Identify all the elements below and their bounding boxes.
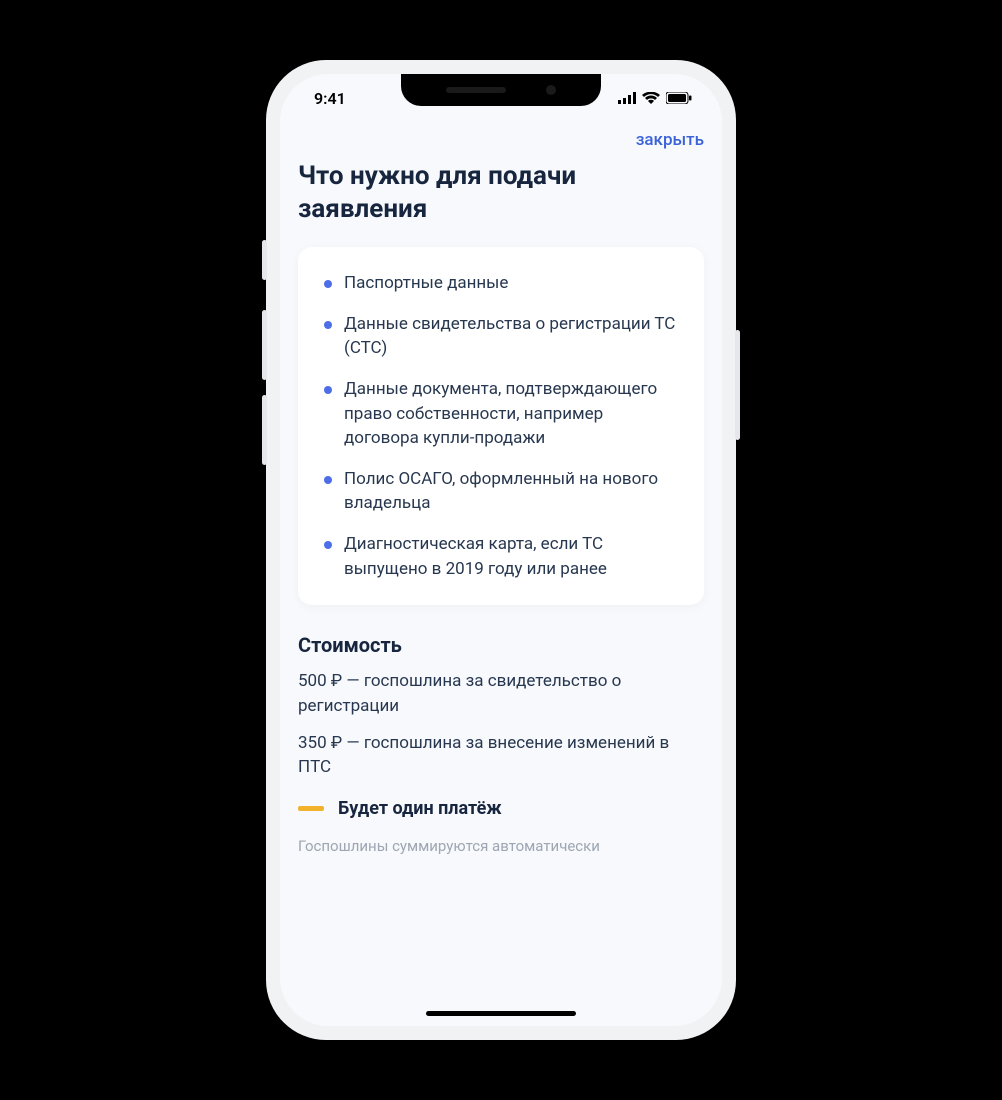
status-right [618,92,692,104]
battery-icon [666,92,692,104]
auto-sum-hint: Госпошлины суммируются автоматически [298,837,704,855]
front-camera [546,85,556,95]
screen: 9:41 закрыть Что нужно для подачи заявле… [280,74,722,1026]
speaker [446,87,506,93]
list-item: Диагностическая карта, если ТС выпущено … [320,532,682,581]
notch [401,74,601,106]
cellular-signal-icon [618,92,636,104]
single-payment-label: Будет один платёж [338,798,502,819]
cost-heading: Стоимость [298,633,704,657]
cost-item: 350 ₽ — госпошлина за внесение изменений… [298,731,704,780]
page-title: Что нужно для подачи заявления [298,160,704,225]
list-item: Данные документа, подтверждающего право … [320,377,682,451]
list-item: Полис ОСАГО, оформленный на нового владе… [320,467,682,516]
app-content: закрыть Что нужно для подачи заявления П… [280,122,722,895]
requirements-list: Паспортные данные Данные свидетельства о… [320,271,682,581]
side-button-volume-up [262,310,267,380]
list-item: Паспортные данные [320,271,682,296]
status-time: 9:41 [314,89,346,108]
side-button-volume-down [262,395,267,465]
requirements-card: Паспортные данные Данные свидетельства о… [298,247,704,605]
dash-icon [298,806,324,811]
wifi-icon [642,92,660,104]
single-payment-row: Будет один платёж [298,798,704,819]
home-indicator[interactable] [426,1011,576,1016]
list-item: Данные свидетельства о регистрации ТС (С… [320,312,682,361]
side-button-silence [262,240,267,280]
cost-item: 500 ₽ — госпошлина за свидетельство о ре… [298,669,704,718]
close-button[interactable]: закрыть [636,130,704,150]
header-actions: закрыть [298,130,704,150]
phone-frame: 9:41 закрыть Что нужно для подачи заявле… [266,60,736,1040]
side-button-power [735,330,740,440]
